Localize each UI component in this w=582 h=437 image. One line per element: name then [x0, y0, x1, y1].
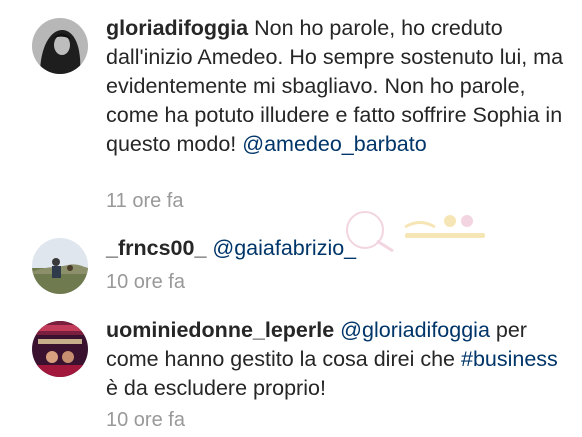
timestamp: 10 ore fa — [106, 271, 185, 293]
comment-text: è da escludere proprio! — [106, 376, 326, 400]
timestamp: 11 ore fa — [106, 190, 184, 212]
watermark-logo — [346, 211, 485, 253]
mention-link[interactable]: @gloriadifoggia — [340, 318, 490, 342]
timestamp: 10 ore fa — [106, 409, 185, 431]
username-link[interactable]: gloriadifoggia — [106, 16, 248, 40]
comment-body: gloriadifoggia Non ho parole, ho creduto… — [106, 14, 570, 159]
avatar[interactable] — [32, 321, 88, 377]
comment-body: uominiedonne_leperle @gloriadifoggia per… — [106, 316, 570, 403]
avatar[interactable] — [32, 238, 88, 294]
mention-link[interactable]: @amedeo_barbato — [242, 132, 426, 156]
avatar[interactable] — [32, 18, 88, 74]
username-link[interactable]: uominiedonne_leperle — [106, 318, 334, 342]
username-link[interactable]: _frncs00_ — [106, 236, 206, 260]
hashtag-link[interactable]: #business — [461, 347, 558, 371]
